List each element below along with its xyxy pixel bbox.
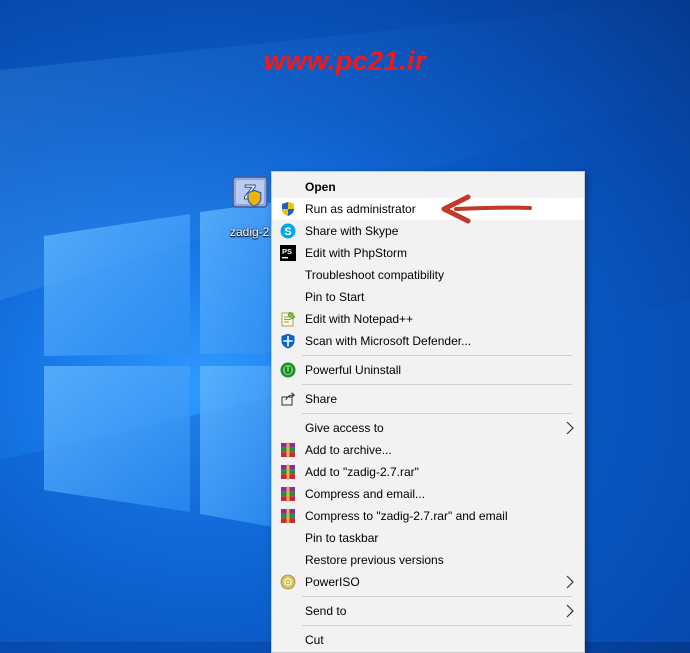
menu-item-send-to[interactable]: Send to: [272, 600, 584, 622]
menu-item-open[interactable]: Open: [272, 176, 584, 198]
context-menu: Open Run as administrator S Share with S…: [271, 171, 585, 653]
menu-item-powerful-uninstall[interactable]: U Powerful Uninstall: [272, 359, 584, 381]
menu-separator: [302, 355, 572, 356]
menu-item-scan-with-defender[interactable]: Scan with Microsoft Defender...: [272, 330, 584, 352]
menu-item-label: Restore previous versions: [305, 553, 444, 567]
menu-item-edit-with-phpstorm[interactable]: PS Edit with PhpStorm: [272, 242, 584, 264]
menu-item-label: Cut: [305, 633, 324, 647]
menu-item-troubleshoot-compatibility[interactable]: Troubleshoot compatibility: [272, 264, 584, 286]
winrar-icon: [281, 464, 295, 480]
menu-item-cut[interactable]: Cut: [272, 629, 584, 651]
menu-item-label: Send to: [305, 604, 347, 618]
menu-item-edit-with-notepadplusplus[interactable]: Edit with Notepad++: [272, 308, 584, 330]
uac-shield-icon: [282, 202, 294, 216]
menu-item-label: Compress and email...: [305, 487, 426, 501]
menu-item-label: Troubleshoot compatibility: [305, 268, 444, 282]
menu-item-label: Share: [305, 392, 338, 406]
menu-item-label: Add to archive...: [305, 443, 392, 457]
menu-separator: [302, 596, 572, 597]
menu-item-give-access-to[interactable]: Give access to: [272, 417, 584, 439]
watermark-text: www.pc21.ir: [263, 46, 427, 76]
menu-item-add-to-archive[interactable]: Add to archive...: [272, 439, 584, 461]
menu-item-label: Pin to taskbar: [305, 531, 379, 545]
winrar-icon: [281, 442, 295, 458]
menu-item-share[interactable]: Share: [272, 388, 584, 410]
menu-item-share-with-skype[interactable]: S Share with Skype: [272, 220, 584, 242]
svg-text:U: U: [285, 366, 292, 376]
svg-text:S: S: [284, 226, 291, 238]
chevron-right-icon: [566, 421, 574, 435]
menu-item-restore-previous-versions[interactable]: Restore previous versions: [272, 549, 584, 571]
notepadplusplus-icon: [281, 311, 296, 327]
menu-item-label: Open: [305, 180, 336, 194]
menu-item-pin-to-taskbar[interactable]: Pin to taskbar: [272, 527, 584, 549]
menu-separator: [302, 384, 572, 385]
menu-item-run-as-administrator[interactable]: Run as administrator: [272, 198, 584, 220]
svg-text:PS: PS: [282, 247, 292, 256]
phpstorm-icon: PS: [280, 245, 296, 261]
menu-item-label: PowerISO: [305, 575, 360, 589]
defender-icon: [281, 333, 295, 349]
menu-item-label: Add to "zadig-2.7.rar": [305, 465, 419, 479]
menu-item-label: Powerful Uninstall: [305, 363, 402, 377]
desktop-file-icon[interactable]: Z zadig-2.: [226, 174, 274, 239]
menu-item-pin-to-start[interactable]: Pin to Start: [272, 286, 584, 308]
menu-item-compress-and-email[interactable]: Compress and email...: [272, 483, 584, 505]
chevron-right-icon: [566, 575, 574, 589]
skype-icon: S: [280, 223, 296, 239]
menu-item-label: Edit with Notepad++: [305, 312, 414, 326]
menu-item-compress-to-zadig-rar-and-email[interactable]: Compress to "zadig-2.7.rar" and email: [272, 505, 584, 527]
menu-item-add-to-zadig-rar[interactable]: Add to "zadig-2.7.rar": [272, 461, 584, 483]
menu-item-label: Run as administrator: [305, 202, 416, 216]
menu-separator: [302, 625, 572, 626]
menu-item-label: Pin to Start: [305, 290, 365, 304]
desktop-file-label: zadig-2.: [230, 225, 273, 239]
menu-item-label: Compress to "zadig-2.7.rar" and email: [305, 509, 508, 523]
menu-item-label: Share with Skype: [305, 224, 399, 238]
menu-item-poweriso[interactable]: PowerISO: [272, 571, 584, 593]
uninstaller-icon: U: [280, 362, 296, 378]
share-icon: [281, 392, 296, 406]
menu-item-label: Edit with PhpStorm: [305, 246, 408, 260]
menu-separator: [302, 413, 572, 414]
chevron-right-icon: [566, 604, 574, 618]
poweriso-icon: [280, 574, 296, 590]
zadig-app-icon: Z: [232, 176, 268, 208]
menu-item-label: Scan with Microsoft Defender...: [305, 334, 472, 348]
annotation-arrow-icon: [441, 194, 532, 224]
menu-item-label: Give access to: [305, 421, 384, 435]
winrar-icon: [281, 486, 295, 502]
winrar-icon: [281, 508, 295, 524]
